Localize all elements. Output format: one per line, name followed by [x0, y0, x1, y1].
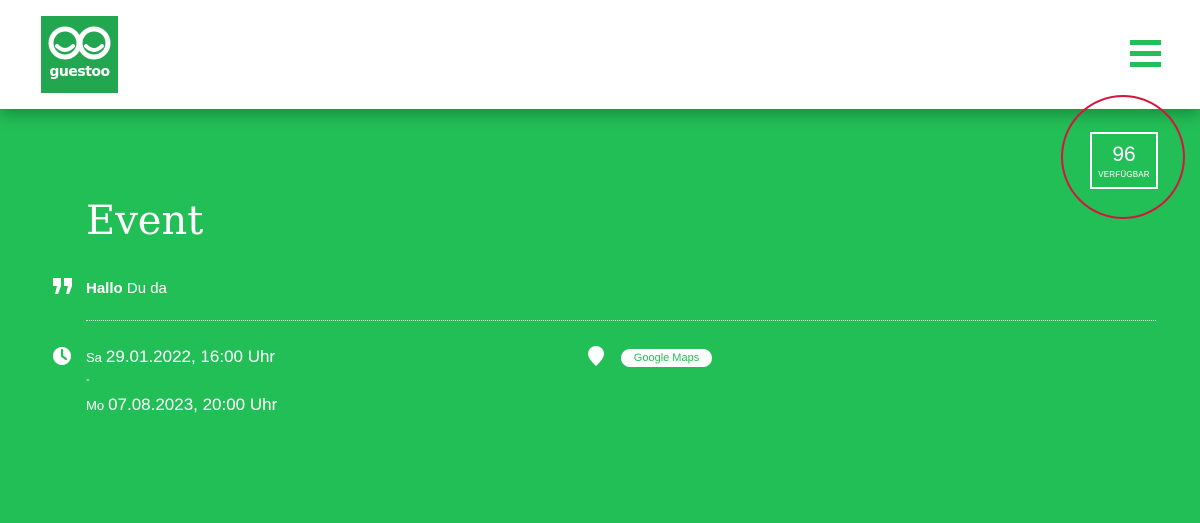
event-end-date: Mo 07.08.2023, 20:00 Uhr [86, 395, 277, 415]
guestoo-logo[interactable]: guestoo [41, 16, 118, 93]
hamburger-bar [1130, 51, 1161, 56]
end-day-of-week: Mo [86, 398, 105, 413]
availability-badge: 96 VERFÜGBAR [1090, 132, 1158, 189]
clock-icon [53, 347, 71, 365]
start-day-of-week: Sa [86, 350, 102, 365]
header: guestoo [0, 0, 1200, 109]
event-hero [0, 109, 1200, 523]
end-datetime: 07.08.2023, 20:00 Uhr [108, 395, 278, 414]
description-text: Du da [122, 280, 167, 297]
description-bold: Hallo [86, 280, 123, 297]
quote-icon [53, 278, 72, 294]
availability-label: VERFÜGBAR [1098, 170, 1150, 179]
logo-text: guestoo [49, 64, 110, 80]
map-pin-icon [588, 346, 604, 366]
google-maps-link[interactable]: Google Maps [621, 349, 712, 367]
start-datetime: 29.01.2022, 16:00 Uhr [105, 347, 276, 366]
hamburger-menu-icon [1130, 40, 1161, 45]
menu-button[interactable] [1130, 40, 1162, 68]
dotted-divider [86, 320, 1156, 321]
hamburger-bar [1130, 62, 1161, 67]
date-separator: - [86, 374, 90, 386]
logo-face-icon [48, 26, 111, 60]
event-title: Event [86, 198, 204, 244]
event-description: Hallo Du da [86, 280, 167, 297]
availability-count: 96 [1112, 143, 1136, 166]
event-start-date: Sa 29.01.2022, 16:00 Uhr [86, 347, 275, 367]
